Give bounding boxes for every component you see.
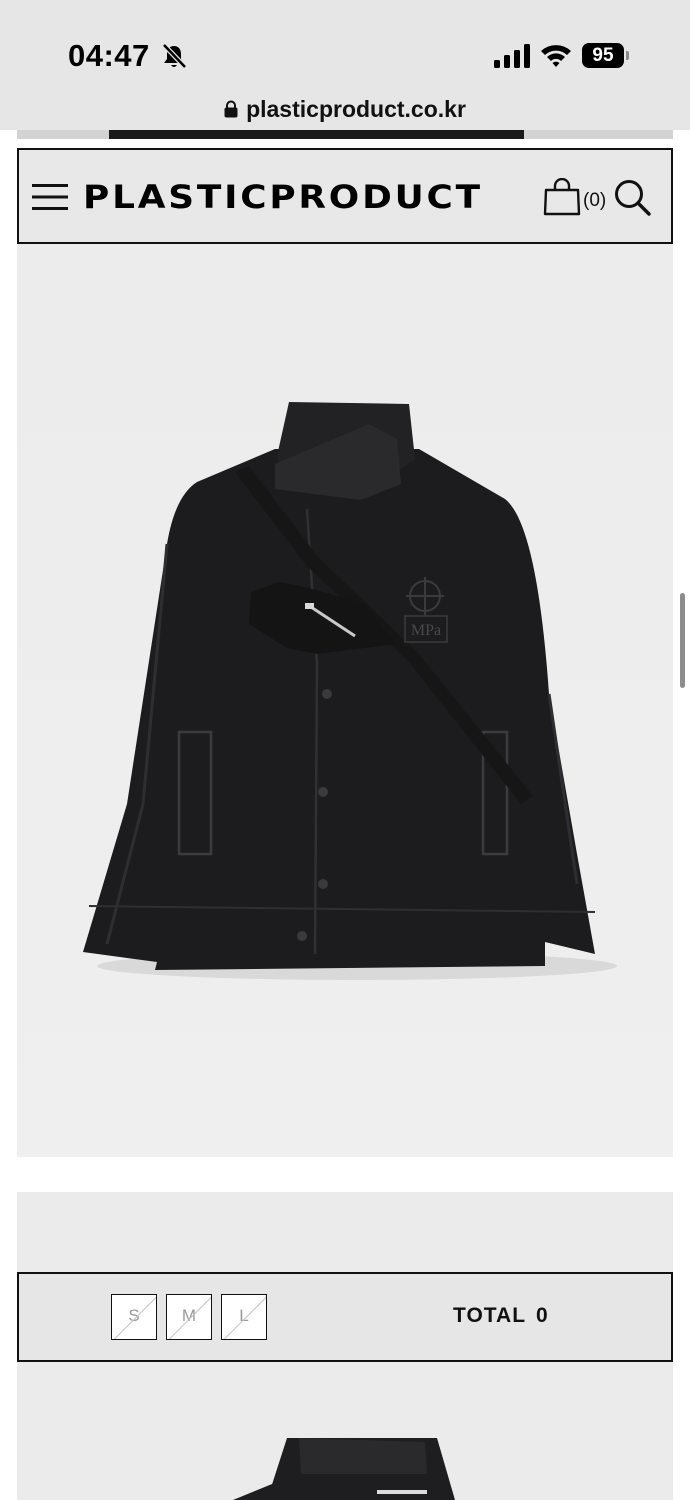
battery-icon: 95 [582,43,624,68]
bell-slash-icon [162,43,187,69]
status-bar: 04:47 95 plasticproduct.co.kr [0,0,690,130]
jacket-illustration: MPa [17,244,673,1157]
size-label-s: S [128,1306,140,1325]
battery-tip [626,51,629,60]
search-icon[interactable] [613,178,651,216]
size-option-s[interactable]: S [111,1294,157,1340]
hamburger-menu-icon[interactable] [32,183,68,211]
address-bar[interactable]: plasticproduct.co.kr [0,92,690,126]
status-time: 04:47 [68,38,150,73]
size-selector-bar: S M L TOTAL 0 [17,1272,673,1362]
total-display: TOTAL 0 [453,1304,549,1328]
size-option-m[interactable]: M [166,1294,212,1340]
cart-button[interactable]: (0) [542,178,606,216]
product-image-main[interactable]: MPa [17,244,673,1157]
scroll-indicator[interactable] [680,593,685,688]
shopping-bag-icon [543,178,581,216]
size-option-l[interactable]: L [221,1294,267,1340]
chest-logo-text: MPa [411,622,441,639]
size-label-l: L [239,1306,249,1325]
brand-logo[interactable]: PLASTICPRODUCT [83,178,483,216]
wifi-icon [541,45,571,67]
url-text[interactable]: plasticproduct.co.kr [246,96,466,123]
site-header: PLASTICPRODUCT (0) [17,148,673,244]
lock-icon [224,100,238,118]
previous-product-image-edge [17,130,673,139]
size-label-m: M [181,1306,197,1325]
cart-count: (0) [583,190,607,211]
signal-icon [494,44,530,68]
total-label: TOTAL [453,1304,527,1327]
total-value: 0 [536,1304,549,1327]
